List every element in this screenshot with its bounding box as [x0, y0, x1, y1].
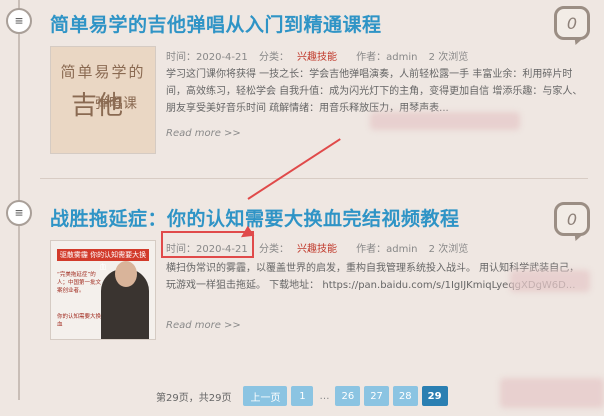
- thumbnail-text: “完美拖延症”的人；中国第一批文案创业者。: [57, 272, 102, 294]
- thumbnail-text: 弹唱课: [95, 96, 137, 112]
- thumbnail-text: 驱散雾霾 你的认知需要大换血: [57, 249, 149, 271]
- read-more-link[interactable]: Read more >>: [166, 128, 241, 139]
- pagination: 第29页，共29页 上一页 1 … 26 27 28 29: [156, 386, 452, 406]
- post-thumbnail[interactable]: 简单易学的 吉他 弹唱课: [50, 46, 156, 154]
- thumbnail-text: 简单易学的: [60, 63, 146, 81]
- prev-page-button[interactable]: 上一页: [243, 386, 288, 406]
- post-date: 时间：2020-4-21: [166, 52, 248, 63]
- divider: [40, 178, 588, 179]
- blurred-overlay: [510, 270, 590, 292]
- post-thumbnail[interactable]: 驱散雾霾 你的认知需要大换血 “完美拖延症”的人；中国第一批文案创业者。 你的认…: [50, 240, 156, 340]
- post-title-link[interactable]: 简单易学的吉他弹唱从入门到精通课程: [50, 10, 382, 37]
- read-more-link[interactable]: Read more >>: [166, 320, 241, 331]
- post-views: 2 次浏览: [428, 244, 469, 255]
- category-link[interactable]: 兴趣技能: [297, 52, 337, 63]
- comment-count-badge[interactable]: 0: [554, 6, 590, 40]
- page-button-1[interactable]: 1: [291, 386, 314, 406]
- post-author: 作者：admin: [356, 52, 418, 63]
- page-button-26[interactable]: 26: [335, 386, 361, 406]
- blurred-overlay: [370, 112, 520, 130]
- post-title-link[interactable]: 战胜拖延症：你的认知需要大换血完结视频教程: [50, 204, 460, 231]
- post-item: ≡ 简单易学的吉他弹唱从入门到精通课程 0 简单易学的 吉他 弹唱课 时间：20…: [0, 0, 604, 175]
- category-label: 分类：: [258, 52, 289, 63]
- page-button-current[interactable]: 29: [421, 386, 448, 406]
- thumbnail-text: 你的认知需要大换血: [57, 314, 102, 328]
- page-button-28[interactable]: 28: [392, 386, 418, 406]
- page-info: 第29页，共29页: [156, 392, 232, 404]
- comment-count-badge[interactable]: 0: [554, 202, 590, 236]
- post-author: 作者：admin: [356, 244, 418, 255]
- post-list-icon: ≡: [6, 8, 32, 34]
- person-head: [115, 261, 137, 287]
- category-link[interactable]: 兴趣技能: [297, 244, 337, 255]
- post-views: 2 次浏览: [428, 52, 469, 63]
- post-list-icon: ≡: [6, 200, 32, 226]
- blurred-overlay: [500, 378, 604, 408]
- page-ellipsis: …: [319, 390, 330, 402]
- post-excerpt: 学习这门课你将获得 一技之长：学会吉他弹唱演奏，人前轻松露一手 丰富业余：利用碎…: [166, 69, 583, 114]
- category-label: 分类：: [258, 244, 289, 255]
- post-meta: 时间：2020-4-21 分类： 兴趣技能 作者：admin 2 次浏览: [166, 48, 476, 63]
- page-button-27[interactable]: 27: [364, 386, 389, 406]
- post-item: ≡ 战胜拖延症：你的认知需要大换血完结视频教程 0 驱散雾霾 你的认知需要大换血…: [0, 190, 604, 375]
